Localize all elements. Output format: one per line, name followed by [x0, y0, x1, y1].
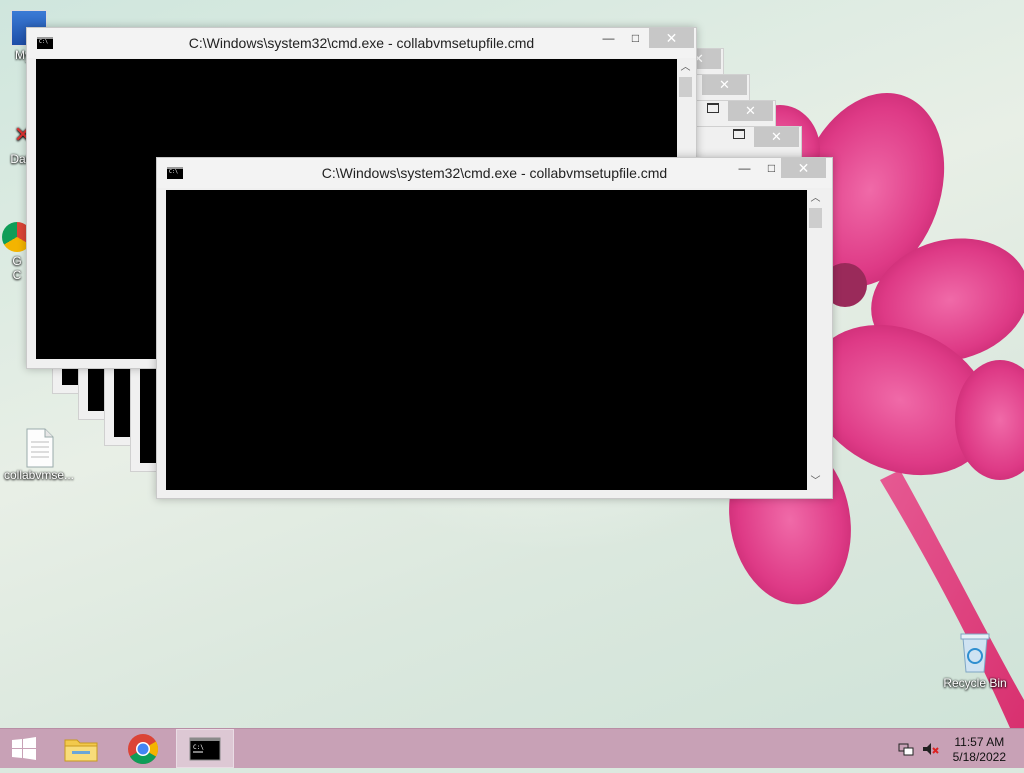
chrome-icon	[128, 734, 159, 765]
console-area	[62, 369, 78, 385]
desktop-icon-label: collabvmse...	[3, 468, 75, 482]
svg-text:C:\: C:\	[193, 744, 204, 751]
start-button[interactable]	[0, 729, 48, 768]
desktop-icon-collabvmsetupfile[interactable]: collabvmse...	[2, 428, 76, 482]
title-bar[interactable]: C:\Windows\system32\cmd.exe - collabvmse…	[157, 158, 832, 188]
vertical-scrollbar[interactable]: ︿ ﹀	[807, 190, 824, 490]
cmd-window-front[interactable]: C:\Windows\system32\cmd.exe - collabvmse…	[156, 157, 833, 499]
maximize-button[interactable]: □	[622, 28, 649, 48]
desktop-icon-label: Recycle Bin	[943, 676, 1007, 690]
console-area	[88, 369, 104, 411]
minimize-button[interactable]: —	[731, 158, 758, 178]
desktop: My C ✕ Data G C collabvmse...	[0, 0, 1024, 728]
desktop-icon-recycle-bin[interactable]: Recycle Bin	[938, 632, 1012, 690]
close-button[interactable]: ✕	[702, 75, 747, 95]
console-area	[140, 369, 156, 463]
scroll-up-icon[interactable]: ︿	[807, 190, 824, 207]
maximize-icon[interactable]	[707, 103, 719, 113]
taskbar: C:\ 11:57 AM 5/18/2022	[0, 728, 1024, 768]
scroll-up-icon[interactable]: ︿	[677, 59, 694, 76]
document-icon	[23, 428, 55, 468]
clock[interactable]: 11:57 AM 5/18/2022	[953, 735, 1006, 765]
scroll-down-icon[interactable]: ﹀	[807, 473, 824, 490]
taskbar-cmd[interactable]: C:\	[176, 729, 234, 768]
minimize-button[interactable]: —	[595, 28, 622, 48]
console-area[interactable]	[166, 190, 807, 490]
scrollbar-thumb[interactable]	[809, 208, 822, 228]
close-button[interactable]: ✕	[754, 127, 799, 147]
network-icon[interactable]	[898, 741, 914, 757]
scrollbar-thumb[interactable]	[679, 77, 692, 97]
close-button[interactable]: ✕	[781, 158, 826, 178]
maximize-icon[interactable]	[733, 129, 745, 139]
clock-date: 5/18/2022	[952, 750, 1006, 764]
volume-muted-icon[interactable]	[922, 741, 939, 757]
clock-time: 11:57 AM	[954, 735, 1005, 749]
close-button[interactable]: ✕	[649, 28, 694, 48]
close-button[interactable]: ✕	[728, 101, 773, 121]
taskbar-chrome[interactable]	[114, 729, 172, 768]
console-area	[114, 369, 130, 437]
taskbar-file-explorer[interactable]	[52, 729, 110, 768]
folder-icon	[64, 739, 98, 762]
title-bar[interactable]: C:\Windows\system32\cmd.exe - collabvmse…	[27, 28, 696, 58]
recycle-bin-icon	[960, 632, 990, 674]
cmd-icon: C:\	[189, 737, 221, 761]
windows-logo-icon	[12, 737, 36, 760]
